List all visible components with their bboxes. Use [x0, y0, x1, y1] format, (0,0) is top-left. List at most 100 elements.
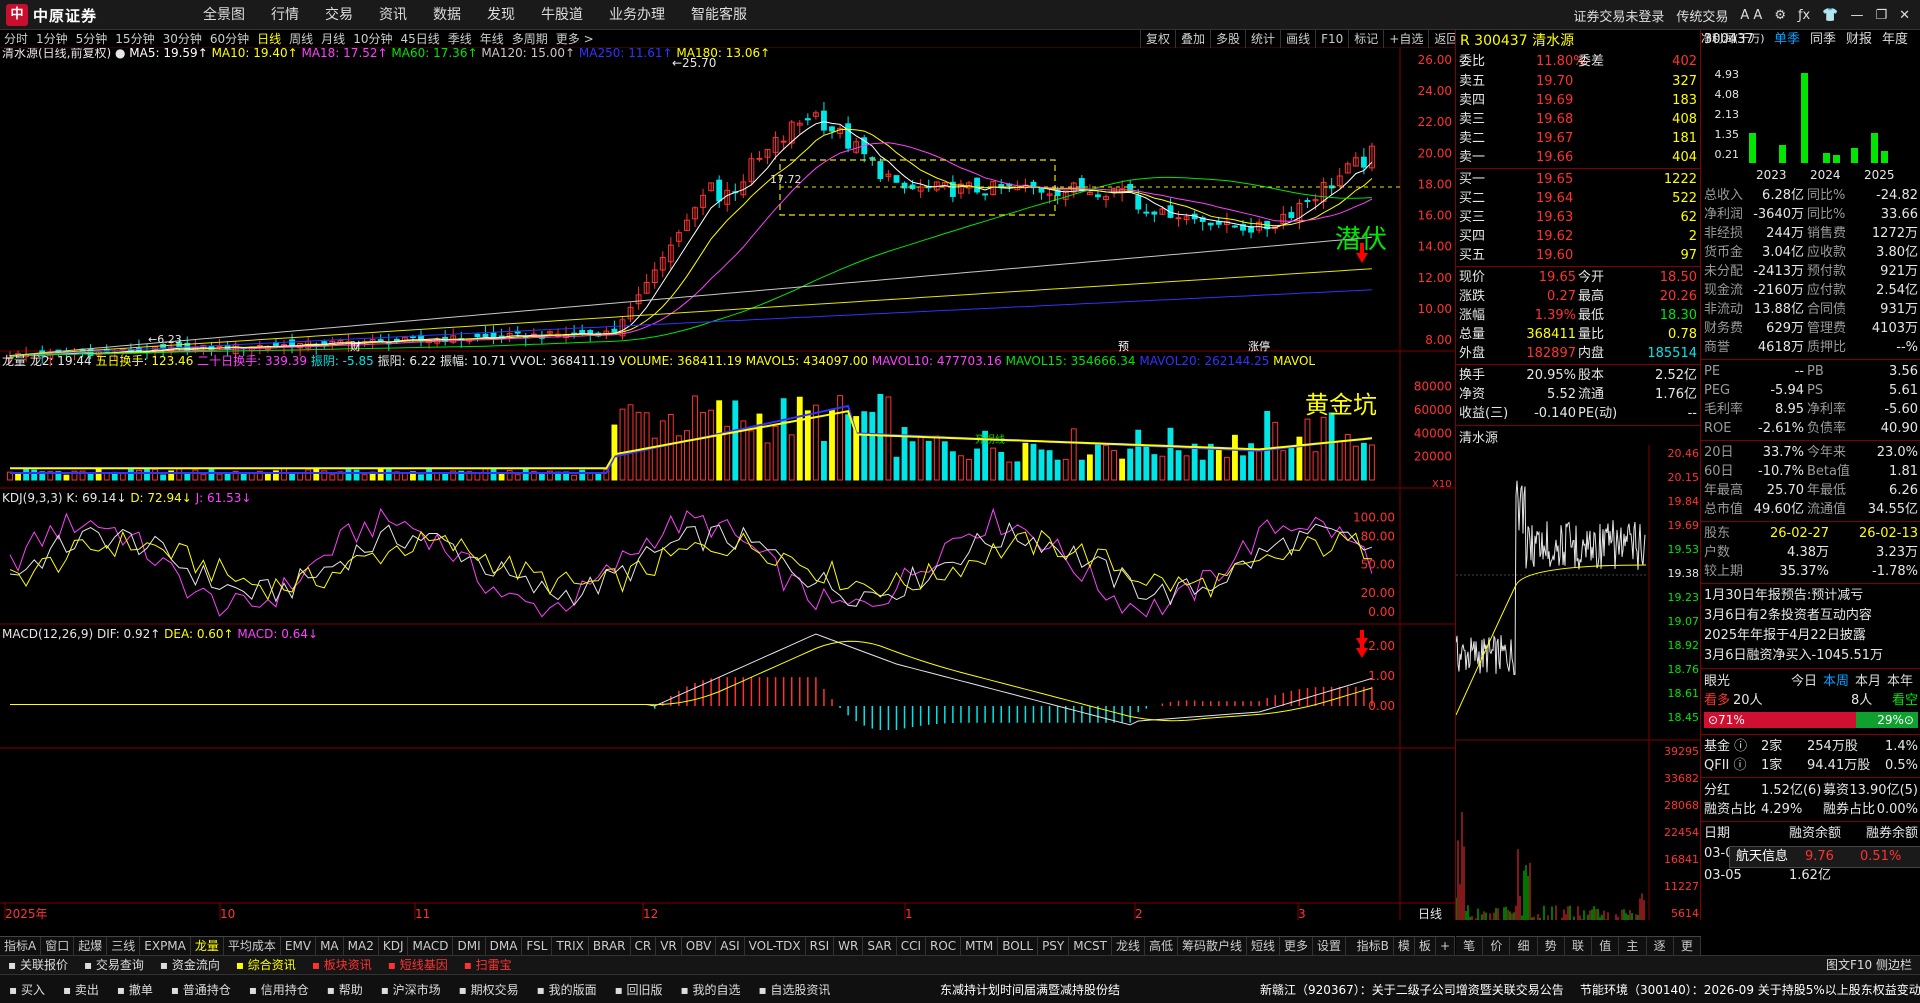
eye-tab-3[interactable]: 本年: [1887, 672, 1913, 691]
news-ticker-0[interactable]: 东减持计划时间届满暨减持股份结: [940, 981, 1120, 998]
status-link-6[interactable]: ▪ 扫雷宝: [456, 956, 520, 974]
indicator-tab-14[interactable]: TRIX: [552, 937, 589, 955]
indicator-tab-33[interactable]: 短线: [1247, 937, 1280, 955]
fin-tab-0[interactable]: 单季: [1774, 30, 1800, 49]
menu-item-1[interactable]: 行情: [258, 0, 312, 30]
action-4[interactable]: ▪ 信用持仓: [240, 981, 318, 998]
menu-item-0[interactable]: 全景图: [190, 0, 258, 30]
quote-tab-4[interactable]: 联: [1565, 937, 1593, 955]
trade-mode[interactable]: 传统交易: [1676, 6, 1728, 25]
action-10[interactable]: ▪ 我的自选: [672, 981, 750, 998]
tool-button-4[interactable]: 画线: [1280, 30, 1315, 48]
indicator-tab-1[interactable]: 窗口: [41, 937, 75, 955]
indicator-tab-9[interactable]: KDJ: [379, 937, 409, 955]
formula-icon[interactable]: ƒx: [1798, 8, 1810, 23]
menu-item-3[interactable]: 资讯: [366, 0, 420, 30]
indicator-tab-active[interactable]: 龙量: [191, 937, 224, 955]
period-13[interactable]: 多周期: [508, 30, 552, 47]
fin-tab-2[interactable]: 财报: [1846, 30, 1872, 49]
menu-item-7[interactable]: 业务办理: [596, 0, 678, 30]
quote-tab-3[interactable]: 势: [1538, 937, 1565, 955]
quote-tab-7[interactable]: 逐: [1647, 937, 1674, 955]
news-ticker-2[interactable]: 节能环境（300140）：2026-09 关于持股5%以上股东权益变动触及1%整: [1580, 981, 1920, 998]
settings-icon[interactable]: ⚙: [1774, 8, 1786, 23]
indicator-b-3[interactable]: +: [1436, 937, 1455, 956]
login-status[interactable]: 证券交易未登录: [1573, 6, 1664, 25]
period-9[interactable]: 10分钟: [349, 30, 396, 47]
indicator-tab-16[interactable]: CR: [631, 937, 657, 955]
action-1[interactable]: ▪ 卖出: [54, 981, 108, 998]
status-link-2[interactable]: ▪ 资金流向: [152, 956, 228, 974]
indicator-tab-18[interactable]: OBV: [682, 937, 717, 955]
indicator-tab-8[interactable]: MA2: [344, 937, 379, 955]
quote-tab-8[interactable]: 更: [1674, 937, 1701, 955]
close-icon[interactable]: ✕: [1899, 8, 1910, 23]
indicator-tab-34[interactable]: 更多: [1280, 937, 1314, 955]
period-1[interactable]: 1分钟: [32, 30, 72, 47]
indicator-tab-23[interactable]: SAR: [863, 937, 897, 955]
tool-button-7[interactable]: +自选: [1383, 30, 1428, 48]
action-2[interactable]: ▪ 撤单: [108, 981, 162, 998]
indicator-tab-15[interactable]: BRAR: [589, 937, 631, 955]
indicator-tab-31[interactable]: 高低: [1145, 937, 1178, 955]
buy-row-1[interactable]: 买二 19.64 522: [1456, 189, 1701, 208]
indicator-tab-27[interactable]: BOLL: [998, 937, 1039, 955]
quote-tab-6[interactable]: 主: [1619, 937, 1647, 955]
period-5[interactable]: 60分钟: [206, 30, 253, 47]
restore-icon[interactable]: ❐: [1875, 8, 1887, 23]
tool-button-1[interactable]: 叠加: [1175, 30, 1210, 48]
period-14[interactable]: 更多 >: [552, 30, 598, 47]
status-link-0[interactable]: ▪ 关联报价: [0, 956, 76, 974]
sell-row-1[interactable]: 卖四 19.69 183: [1456, 91, 1701, 110]
buy-row-2[interactable]: 买三 19.63 62: [1456, 208, 1701, 227]
action-7[interactable]: ▪ 期权交易: [450, 981, 528, 998]
main-chart-area[interactable]: 26.00 24.00 22.00 20.00 18.00 16.00 14.00 12.00…: [0, 48, 1455, 920]
indicator-tab-35[interactable]: 设置: [1313, 937, 1347, 955]
period-6[interactable]: 日线: [253, 30, 285, 47]
fin-tab-3[interactable]: 年度: [1882, 30, 1908, 49]
fin-tab-1[interactable]: 同季: [1810, 30, 1836, 49]
sell-row-3[interactable]: 卖二 19.67 181: [1456, 129, 1701, 148]
buy-row-0[interactable]: 买一 19.65 1222: [1456, 170, 1701, 189]
period-11[interactable]: 季线: [444, 30, 476, 47]
minimize-icon[interactable]: —: [1850, 8, 1863, 23]
indicator-tab-5[interactable]: 平均成本: [224, 937, 281, 955]
action-8[interactable]: ▪ 我的版面: [528, 981, 606, 998]
quote-tab-2[interactable]: 细: [1510, 937, 1538, 955]
indicator-tab-24[interactable]: CCI: [897, 937, 926, 955]
indicator-tab-30[interactable]: 龙线: [1112, 937, 1145, 955]
period-12[interactable]: 年线: [476, 30, 508, 47]
indicator-tab-32[interactable]: 筹码散户线: [1178, 937, 1247, 955]
indicator-b-1[interactable]: 模: [1394, 937, 1415, 956]
indicator-tab-10[interactable]: MACD: [408, 937, 454, 955]
indicator-tab-7[interactable]: MA: [316, 937, 344, 955]
buy-row-4[interactable]: 买五 19.60 97: [1456, 246, 1701, 265]
menu-item-8[interactable]: 智能客服: [678, 0, 760, 30]
eye-tab-1[interactable]: 本周: [1823, 672, 1849, 691]
indicator-tab-29[interactable]: MCST: [1069, 937, 1112, 955]
f10-link[interactable]: 图文F10 侧边栏: [1818, 956, 1920, 974]
menu-item-2[interactable]: 交易: [312, 0, 366, 30]
quote-tab-5[interactable]: 值: [1592, 937, 1620, 955]
period-3[interactable]: 15分钟: [111, 30, 158, 47]
stock-popup[interactable]: 航天信息 9.76 0.51%: [1729, 846, 1920, 868]
indicator-b-2[interactable]: 板: [1415, 937, 1436, 956]
indicator-tab-2[interactable]: 起爆: [74, 937, 108, 955]
eye-tab-0[interactable]: 今日: [1791, 672, 1817, 691]
indicator-tab-19[interactable]: ASI: [716, 937, 745, 955]
period-2[interactable]: 5分钟: [72, 30, 112, 47]
period-0[interactable]: 分时: [0, 30, 32, 47]
news-ticker-1[interactable]: 新赣江（920367）：关于二级子公司增资暨关联交易公告: [1260, 981, 1564, 998]
indicator-tab-4[interactable]: EXPMA: [140, 937, 191, 955]
indicator-tab-26[interactable]: MTM: [961, 937, 999, 955]
indicator-tab-0[interactable]: 指标A: [0, 937, 42, 955]
shirt-icon[interactable]: 👕: [1822, 8, 1838, 23]
menu-item-6[interactable]: 牛股道: [528, 0, 596, 30]
indicator-tab-25[interactable]: ROC: [926, 937, 962, 955]
period-10[interactable]: 45日线: [396, 30, 443, 47]
indicator-b-0[interactable]: 指标B: [1353, 937, 1394, 956]
action-11[interactable]: ▪ 自选股资讯: [749, 981, 839, 998]
news-item-0[interactable]: 1月30日年报预告:预计减亏: [1701, 586, 1920, 605]
sell-row-4[interactable]: 卖一 19.66 404: [1456, 148, 1701, 167]
quote-tab-1[interactable]: 价: [1483, 937, 1511, 955]
